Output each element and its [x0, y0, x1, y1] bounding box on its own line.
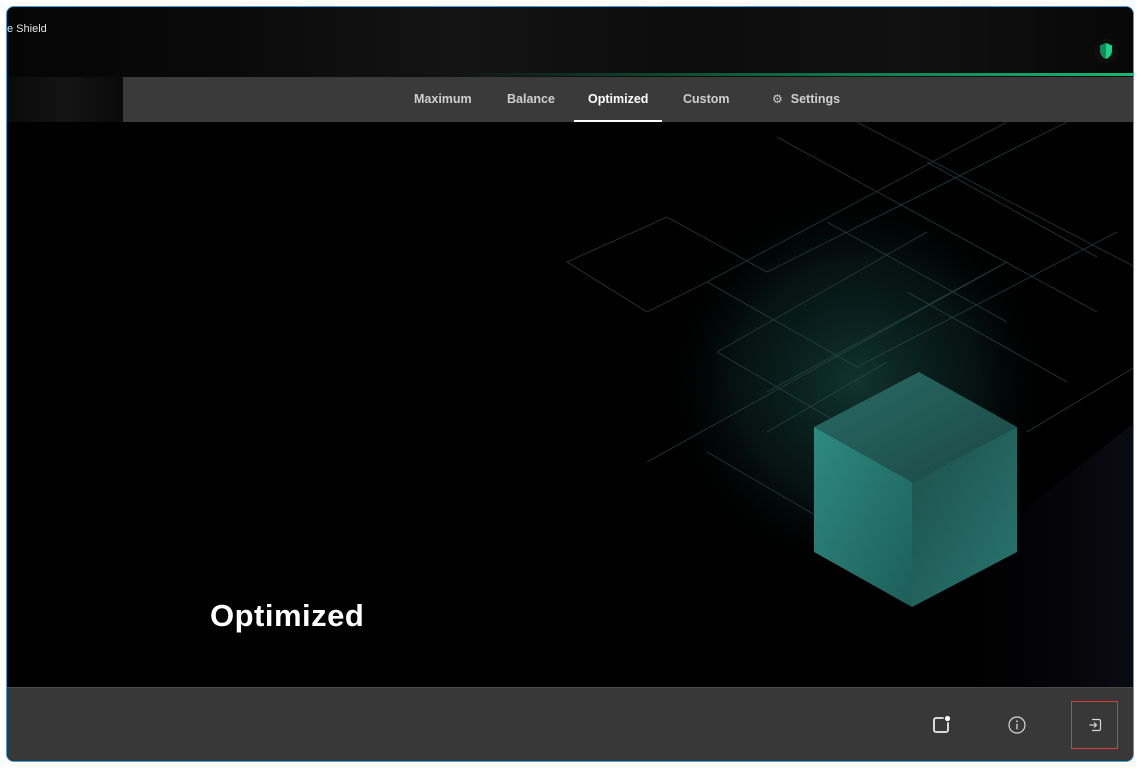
mode-tabs: Maximum Balance Optimized Custom ⚙ Settin… — [123, 77, 1133, 122]
exit-icon — [1089, 718, 1101, 732]
info-icon — [1008, 716, 1026, 734]
tab-maximum[interactable]: Maximum — [414, 77, 472, 122]
shield-icon — [1093, 38, 1119, 64]
gear-icon: ⚙ — [772, 92, 783, 106]
tab-custom[interactable]: Custom — [683, 77, 730, 122]
info-button[interactable] — [995, 705, 1039, 745]
hero-banner: Optimized — [7, 122, 1133, 687]
notifications-button[interactable] — [919, 705, 963, 745]
tab-label: Maximum — [414, 92, 472, 106]
app-title: e Shield — [7, 23, 47, 35]
exit-button[interactable] — [1071, 701, 1118, 749]
notification-badge-icon — [933, 715, 951, 733]
tab-optimized[interactable]: Optimized — [573, 77, 663, 122]
tab-label: Optimized — [588, 92, 649, 106]
footer-bar — [7, 687, 1133, 761]
hero-title: Optimized — [210, 598, 365, 633]
title-accent-line — [7, 73, 1133, 76]
app-window: e Shield Maximum Balance Optimized Custo… — [6, 6, 1134, 762]
tab-settings[interactable]: ⚙ Settings — [772, 77, 840, 122]
tab-label: Custom — [683, 92, 730, 106]
hero-illustration — [566, 122, 1133, 687]
title-bar[interactable]: e Shield — [7, 7, 1133, 77]
tab-label: Balance — [507, 92, 555, 106]
tab-balance[interactable]: Balance — [507, 77, 555, 122]
tab-label: Settings — [790, 92, 841, 106]
nav-left-strip — [7, 77, 123, 122]
